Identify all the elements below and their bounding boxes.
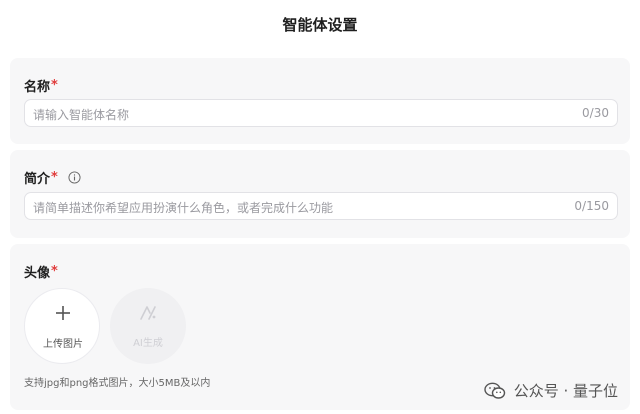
name-label: 名称 * [24,76,58,95]
required-mark: * [51,264,58,279]
avatar-label-text: 头像 [24,266,51,281]
ai-sparkle-icon [140,306,156,320]
ai-generate-button[interactable]: AI生成 [110,288,186,364]
intro-input[interactable]: 请简单描述你希望应用扮演什么角色，或者完成什么功能 0/150 [24,192,618,220]
name-input[interactable]: 请输入智能体名称 0/30 [24,99,618,127]
info-circle-icon[interactable] [68,171,81,184]
watermark: 公众号 · 量子位 [483,380,618,401]
intro-label: 简介 * [24,168,81,187]
page-title: 智能体设置 [282,16,358,34]
name-char-counter: 0/30 [582,106,609,120]
wechat-icon [483,382,505,399]
upload-hint: 支持jpg和png格式图片，大小5MB及以内 [24,378,211,389]
avatar-label: 头像 * [24,262,58,281]
name-label-text: 名称 [24,80,51,95]
ai-generate-label: AI生成 [133,338,163,349]
required-mark: * [51,170,58,185]
name-section: 名称 * 请输入智能体名称 0/30 [10,58,630,144]
intro-input-placeholder: 请简单描述你希望应用扮演什么角色，或者完成什么功能 [33,201,334,215]
plus-icon [56,306,70,320]
intro-label-text: 简介 [24,172,51,187]
intro-section: 简介 * 请简单描述你希望应用扮演什么角色，或者完成什么功能 0/150 [10,150,630,238]
name-input-placeholder: 请输入智能体名称 [33,108,130,122]
watermark-text: 公众号 · 量子位 [513,382,618,400]
upload-image-button[interactable]: 上传图片 [24,288,100,364]
required-mark: * [51,78,58,93]
upload-image-label: 上传图片 [43,339,83,350]
intro-char-counter: 0/150 [574,199,609,213]
